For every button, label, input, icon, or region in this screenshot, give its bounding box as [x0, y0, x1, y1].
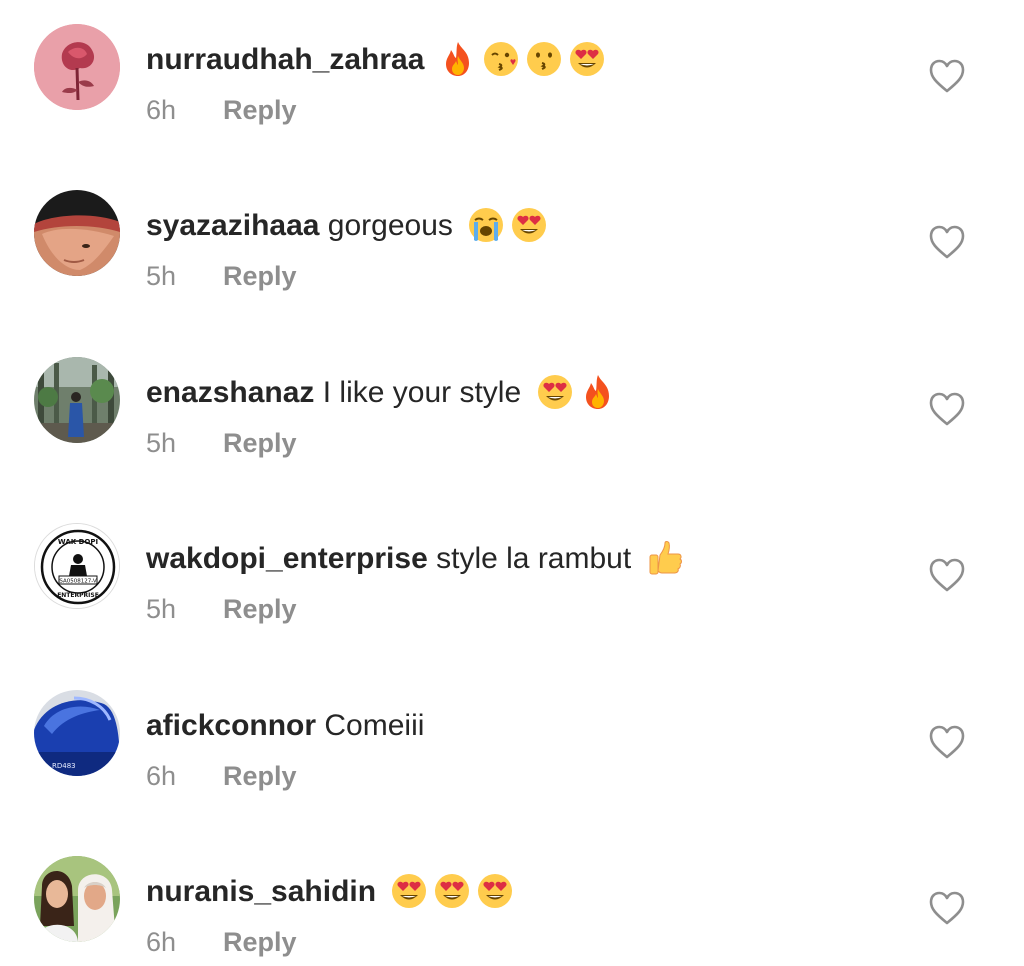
- comment-text: style la rambut: [436, 542, 632, 575]
- like-heart-icon[interactable]: [928, 58, 966, 94]
- comment-item: enazshanaz I like your style 5h Reply: [0, 357, 1024, 467]
- comment-time: 6h: [146, 761, 177, 791]
- comment-text: gorgeous: [327, 209, 453, 242]
- comment-time: 6h: [146, 927, 177, 957]
- heart-eyes-emoji: [568, 40, 606, 78]
- comment-username[interactable]: syazazihaaa: [146, 209, 319, 242]
- comment-username[interactable]: wakdopi_enterprise: [146, 542, 428, 575]
- helmet-avatar-image: RD483: [34, 690, 120, 776]
- thumbs-up-emoji: [646, 539, 684, 577]
- comment-username[interactable]: nuranis_sahidin: [146, 875, 376, 908]
- logo-id-text: SA0508127-V: [59, 579, 97, 585]
- like-heart-icon[interactable]: [928, 224, 966, 260]
- two-people-avatar-image: [34, 856, 120, 942]
- comment-time: 5h: [146, 594, 177, 624]
- comment-emojis: [467, 204, 553, 244]
- comment-emojis: [646, 537, 689, 577]
- reply-button[interactable]: Reply: [223, 594, 297, 624]
- avatar[interactable]: [34, 856, 120, 942]
- avatar[interactable]: [34, 190, 120, 276]
- heart-eyes-emoji: [510, 206, 548, 244]
- fire-emoji: [579, 373, 617, 411]
- comment-time: 5h: [146, 428, 177, 458]
- heart-eyes-emoji: [476, 872, 514, 910]
- avatar[interactable]: [34, 24, 120, 110]
- heart-eyes-emoji: [433, 872, 471, 910]
- kissing-wink-emoji: [482, 40, 520, 78]
- reply-button[interactable]: Reply: [223, 428, 297, 458]
- avatar[interactable]: [34, 357, 120, 443]
- avatar[interactable]: WAK DOPI ENTERPRISE SA0508127-V: [34, 523, 120, 609]
- comment-item: nurraudhah_zahraa 6h Reply: [0, 24, 1024, 134]
- comments-list: nurraudhah_zahraa 6h Reply syazazihaaa g…: [0, 0, 1024, 957]
- helmet-plate-text: RD483: [52, 762, 76, 770]
- loudly-crying-emoji: [467, 206, 505, 244]
- fire-emoji: [439, 40, 477, 78]
- comment-text: I like your style: [322, 376, 522, 409]
- comment-item: RD483 afickconnor Comeiii 6h Reply: [0, 690, 1024, 800]
- comment-emojis: [536, 371, 622, 411]
- comment-username[interactable]: afickconnor: [146, 709, 316, 742]
- outdoor-avatar-image: [34, 357, 120, 443]
- comment-username[interactable]: nurraudhah_zahraa: [146, 43, 424, 76]
- like-heart-icon[interactable]: [928, 724, 966, 760]
- rose-avatar-image: [34, 24, 120, 110]
- reply-button[interactable]: Reply: [223, 927, 297, 957]
- comment-item: syazazihaaa gorgeous 5h Reply: [0, 190, 1024, 300]
- heart-eyes-emoji: [536, 373, 574, 411]
- like-heart-icon[interactable]: [928, 890, 966, 926]
- comment-username[interactable]: enazshanaz: [146, 376, 314, 409]
- kissing-emoji: [525, 40, 563, 78]
- comment-emojis: [439, 38, 611, 78]
- reply-button[interactable]: Reply: [223, 761, 297, 791]
- logo-bottom-text: ENTERPRISE: [57, 592, 99, 599]
- logo-avatar-image: WAK DOPI ENTERPRISE SA0508127-V: [35, 524, 119, 608]
- comment-time: 5h: [146, 261, 177, 291]
- comment-emojis: [390, 870, 519, 910]
- comment-item: WAK DOPI ENTERPRISE SA0508127-V wakdopi_…: [0, 523, 1024, 633]
- comment-time: 6h: [146, 95, 177, 125]
- avatar[interactable]: RD483: [34, 690, 120, 776]
- reply-button[interactable]: Reply: [223, 95, 297, 125]
- comment-text: Comeiii: [324, 709, 425, 742]
- person-avatar-image: [34, 190, 120, 276]
- comment-item: nuranis_sahidin 6h Reply: [0, 856, 1024, 966]
- like-heart-icon[interactable]: [928, 391, 966, 427]
- logo-top-text: WAK DOPI: [58, 538, 98, 546]
- like-heart-icon[interactable]: [928, 557, 966, 593]
- heart-eyes-emoji: [390, 872, 428, 910]
- reply-button[interactable]: Reply: [223, 261, 297, 291]
